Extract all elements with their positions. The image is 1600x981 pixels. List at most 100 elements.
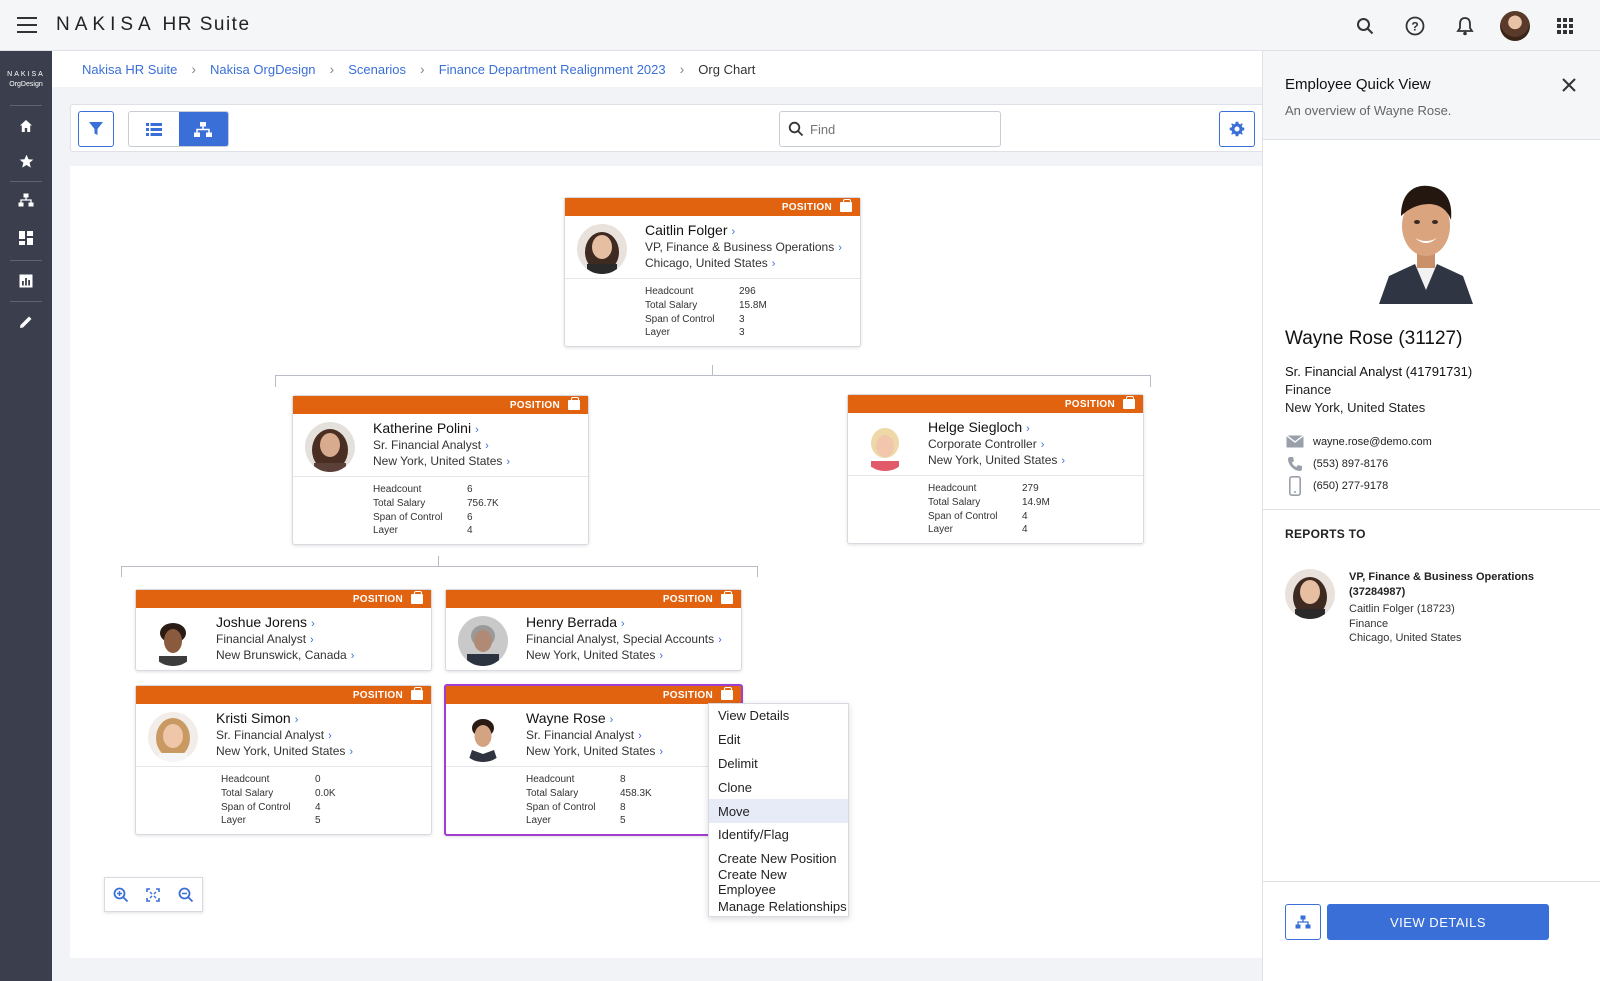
location[interactable]: Chicago, United States — [645, 256, 768, 270]
manager-photo — [1285, 569, 1335, 619]
breadcrumb-scenario-name[interactable]: Finance Department Realignment 2023 — [439, 62, 666, 77]
show-in-org-chart-button[interactable] — [1285, 904, 1321, 940]
position-header: POSITION — [136, 686, 431, 704]
nav-dashboard-icon[interactable] — [0, 223, 52, 253]
position-card-kristi-simon[interactable]: POSITION Kristi Simon › Sr. Financial Ana… — [135, 685, 432, 835]
chevron-right-icon[interactable]: › — [349, 746, 353, 758]
mobile-number[interactable]: (650) 277-9178 — [1313, 480, 1388, 492]
hamburger-menu-icon[interactable] — [17, 17, 37, 33]
chevron-right-icon[interactable]: › — [351, 650, 355, 662]
menu-item-edit[interactable]: Edit — [709, 728, 848, 752]
zoom-in-icon[interactable] — [105, 878, 137, 911]
chevron-right-icon: › — [191, 61, 197, 77]
chevron-right-icon[interactable]: › — [621, 618, 625, 630]
nav-report-icon[interactable] — [0, 266, 52, 296]
location[interactable]: New York, United States — [526, 648, 655, 662]
chevron-right-icon[interactable]: › — [1061, 455, 1065, 467]
menu-item-clone[interactable]: Clone — [709, 775, 848, 799]
panel-footer: VIEW DETAILS — [1263, 881, 1600, 981]
phone-number[interactable]: (553) 897-8176 — [1313, 458, 1388, 470]
view-toggle — [128, 111, 229, 147]
chevron-right-icon[interactable]: › — [659, 746, 663, 758]
breadcrumb: Nakisa HR Suite › Nakisa OrgDesign › Sce… — [52, 51, 1264, 87]
chevron-right-icon[interactable]: › — [1026, 423, 1030, 435]
manager-department: Finance — [1349, 617, 1389, 630]
search-icon[interactable] — [1340, 9, 1390, 43]
chevron-right-icon[interactable]: › — [310, 634, 314, 646]
settings-button[interactable] — [1219, 111, 1255, 147]
breadcrumb-orgdesign[interactable]: Nakisa OrgDesign — [210, 62, 316, 77]
position-card-helge-siegloch[interactable]: POSITION Helge Siegloch › Corporate Contr… — [847, 394, 1144, 544]
position-title[interactable]: Sr. Financial Analyst — [526, 728, 634, 742]
employee-name[interactable]: Katherine Polini — [373, 420, 471, 436]
employee-name[interactable]: Henry Berrada — [526, 614, 617, 630]
employee-name[interactable]: Wayne Rose — [526, 710, 606, 726]
mobile-row: (650) 277-9178 — [1285, 476, 1388, 496]
employee-name[interactable]: Kristi Simon — [216, 710, 291, 726]
email-link[interactable]: wayne.rose@demo.com — [1313, 436, 1432, 448]
breadcrumb-hr-suite[interactable]: Nakisa HR Suite — [82, 62, 177, 77]
chevron-right-icon[interactable]: › — [718, 634, 722, 646]
list-view-button[interactable] — [129, 112, 179, 146]
panel-title: Employee Quick View — [1285, 76, 1431, 93]
view-details-button[interactable]: VIEW DETAILS — [1327, 904, 1549, 940]
location[interactable]: New Brunswick, Canada — [216, 648, 347, 662]
location[interactable]: New York, United States — [373, 454, 502, 468]
nav-edit-pencil-icon[interactable] — [0, 307, 52, 337]
org-chart-view-button[interactable] — [178, 112, 228, 146]
chevron-right-icon[interactable]: › — [295, 714, 299, 726]
chevron-right-icon[interactable]: › — [485, 440, 489, 452]
employee-name[interactable]: Helge Siegloch — [928, 419, 1022, 435]
position-title[interactable]: VP, Finance & Business Operations — [645, 240, 834, 254]
employee-name[interactable]: Joshue Jorens — [216, 614, 307, 630]
menu-item-delimit[interactable]: Delimit — [709, 752, 848, 776]
position-card-joshue-jorens[interactable]: POSITION Joshue Jorens › Financial Analys… — [135, 589, 432, 671]
chevron-right-icon[interactable]: › — [1041, 439, 1045, 451]
position-card-henry-berrada[interactable]: POSITION Henry Berrada › Financial Analys… — [445, 589, 742, 671]
chevron-right-icon[interactable]: › — [610, 714, 614, 726]
chevron-right-icon[interactable]: › — [772, 258, 776, 270]
menu-item-manage-relationships[interactable]: Manage Relationships — [709, 894, 848, 918]
chevron-right-icon[interactable]: › — [475, 424, 479, 436]
nav-org-chart-icon[interactable] — [0, 185, 52, 215]
position-title[interactable]: Corporate Controller — [928, 437, 1037, 451]
chevron-right-icon[interactable]: › — [731, 226, 735, 238]
position-card-katherine-polini[interactable]: POSITION Katherine Polini › Sr. Financial… — [292, 395, 589, 545]
find-search-field[interactable] — [779, 111, 1001, 147]
employee-name[interactable]: Caitlin Folger — [645, 222, 727, 238]
manager-position: VP, Finance & Business Operations (37284… — [1349, 571, 1535, 598]
connector-line — [275, 375, 1151, 376]
chevron-right-icon[interactable]: › — [328, 730, 332, 742]
help-icon[interactable]: ? — [1390, 9, 1440, 43]
find-input[interactable] — [810, 121, 990, 137]
menu-item-identify-flag[interactable]: Identify/Flag — [709, 823, 848, 847]
chevron-right-icon[interactable]: › — [506, 456, 510, 468]
position-title[interactable]: Sr. Financial Analyst — [373, 438, 481, 452]
chevron-right-icon[interactable]: › — [659, 650, 663, 662]
user-avatar[interactable] — [1490, 9, 1540, 43]
location[interactable]: New York, United States — [928, 453, 1057, 467]
fit-to-screen-icon[interactable] — [137, 878, 169, 911]
menu-item-view-details[interactable]: View Details — [709, 704, 848, 728]
menu-item-move[interactable]: Move — [709, 799, 848, 823]
location[interactable]: New York, United States — [216, 744, 345, 758]
zoom-out-icon[interactable] — [170, 878, 202, 911]
chevron-right-icon[interactable]: › — [638, 730, 642, 742]
position-title[interactable]: Financial Analyst, Special Accounts — [526, 632, 714, 646]
position-card-wayne-rose[interactable]: POSITION Wayne Rose › Sr. Financial Analy… — [444, 684, 743, 836]
position-card-caitlin-folger[interactable]: POSITION Caitlin Folger › VP, Finance & B… — [564, 197, 861, 347]
chevron-right-icon[interactable]: › — [311, 618, 315, 630]
close-icon[interactable] — [1559, 75, 1579, 95]
nav-home-icon[interactable] — [0, 111, 52, 141]
position-header: POSITION — [136, 590, 431, 608]
position-title[interactable]: Sr. Financial Analyst — [216, 728, 324, 742]
filter-button[interactable] — [78, 111, 114, 147]
nav-favorites-star-icon[interactable] — [0, 146, 52, 176]
notification-bell-icon[interactable] — [1440, 9, 1490, 43]
chevron-right-icon[interactable]: › — [838, 242, 842, 254]
breadcrumb-scenarios[interactable]: Scenarios — [348, 62, 406, 77]
menu-item-create-new-employee[interactable]: Create New Employee — [709, 867, 848, 897]
location[interactable]: New York, United States — [526, 744, 655, 758]
position-title[interactable]: Financial Analyst — [216, 632, 306, 646]
app-grid-icon[interactable] — [1540, 9, 1590, 43]
